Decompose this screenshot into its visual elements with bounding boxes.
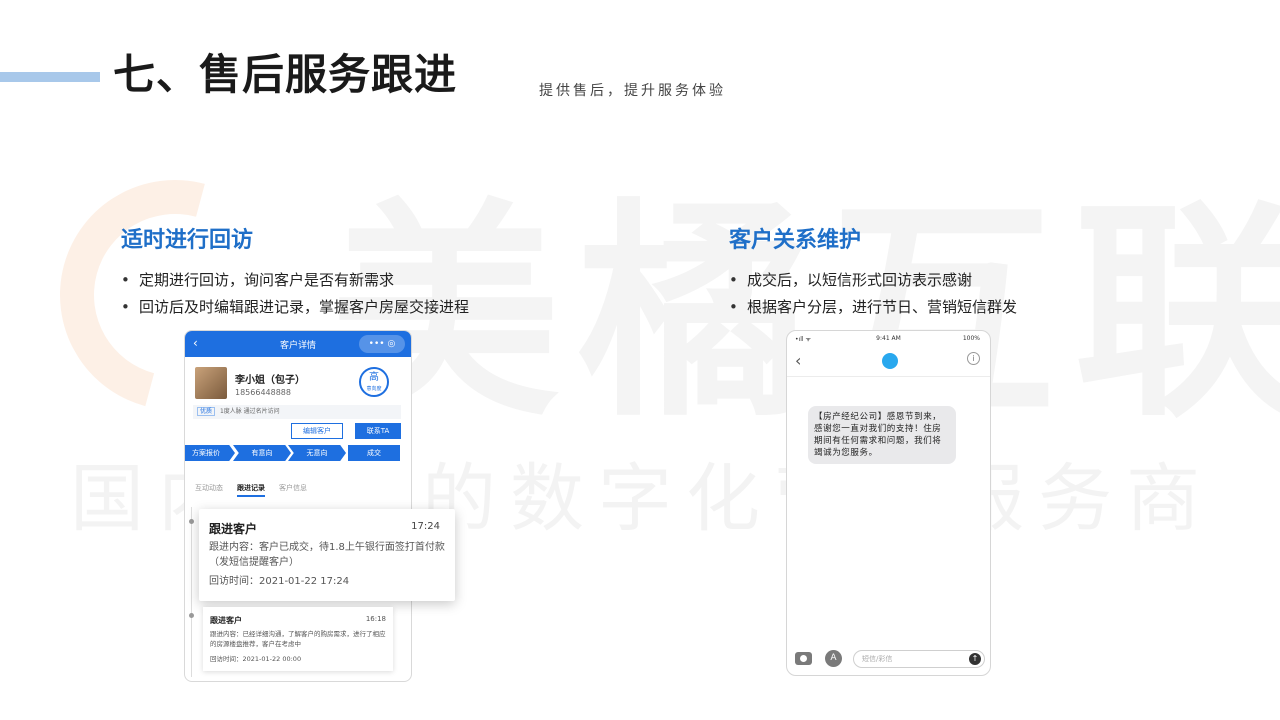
sms-message-bubble: 【房产经纪公司】感恩节到来，感谢您一直对我们的支持！住房期间有任何需求和问题，我… — [808, 406, 956, 464]
right-section-title: 客户关系维护 — [729, 228, 862, 253]
app-store-icon[interactable]: A — [825, 650, 842, 667]
record-time: 17:24 — [411, 521, 440, 532]
record-title: 跟进客户 — [209, 522, 258, 536]
customer-tag: 优质 — [197, 407, 216, 416]
sender-logo-icon — [882, 353, 898, 369]
timeline-dot — [189, 519, 194, 524]
stage-closed[interactable]: 成交 — [348, 445, 400, 461]
left-bullet: 定期进行回访，询问客户是否有新需求 — [121, 267, 469, 294]
stage-not-interested[interactable]: 无意向 — [288, 445, 346, 461]
battery-level: 100% — [962, 335, 980, 342]
follow-record-card: 跟进客户 16:18 跟进内容：已经详细沟通，了解客户的购房需求，进行了相应的房… — [203, 607, 393, 671]
left-bullet: 回访后及时编辑跟进记录，掌握客户房屋交接进程 — [121, 294, 469, 321]
stage-quote[interactable]: 方案报价 — [185, 445, 235, 461]
left-bullet-list: 定期进行回访，询问客户是否有新需求 回访后及时编辑跟进记录，掌握客户房屋交接进程 — [121, 267, 469, 321]
customer-avatar — [195, 367, 227, 399]
record-time: 16:18 — [365, 615, 386, 623]
page-subtitle: 提供售后，提升服务体验 — [539, 83, 726, 99]
title-accent-bar — [0, 72, 100, 82]
customer-name: 李小姐（包子） — [235, 375, 305, 386]
tab-customer-info[interactable]: 客户信息 — [279, 483, 307, 493]
info-icon[interactable]: i — [967, 352, 980, 365]
sms-input-field[interactable]: 短信/彩信 ↑ — [853, 650, 985, 668]
status-time: 9:41 AM — [876, 335, 901, 342]
customer-tag-row: 优质 1度人脉 通过名片访问 — [193, 405, 401, 419]
crm-tabs: 互动动态 跟进记录 客户信息 — [185, 481, 411, 499]
send-icon[interactable]: ↑ — [969, 653, 981, 665]
back-icon[interactable]: ‹ — [795, 351, 801, 370]
sms-phone-screenshot: •ıll ᯤ 9:41 AM 100% ‹ i A 短信/彩信 ↑ — [786, 330, 991, 676]
stage-interested[interactable]: 有意向 — [233, 445, 291, 461]
customer-phone: 18566448888 — [235, 388, 291, 397]
sms-input-bar: A 短信/彩信 ↑ — [787, 645, 990, 675]
record-content: 跟进内容：已经详细沟通，了解客户的购房需求，进行了相应的房源楼盘推荐，客户在考虑… — [210, 630, 386, 648]
timeline-dot — [189, 613, 194, 618]
right-bullet-list: 成交后，以短信形式回访表示感谢 根据客户分层，进行节日、营销短信群发 — [729, 267, 1017, 321]
mini-program-capsule[interactable]: ••• ◎ — [359, 335, 405, 353]
record-visit-time: 回访时间：2021-01-22 00:00 — [210, 655, 302, 663]
edit-customer-button[interactable]: 编辑客户 — [291, 423, 343, 439]
follow-record-card-highlight: 跟进客户 17:24 跟进内容：客户已成交，待1.8上午银行面签打首付款（发短信… — [199, 509, 455, 601]
contact-button[interactable]: 联系TA — [355, 423, 401, 439]
right-bullet: 根据客户分层，进行节日、营销短信群发 — [729, 294, 1017, 321]
page-title: 七、售后服务跟进 — [113, 50, 458, 99]
sms-nav-bar: ‹ i — [787, 347, 990, 377]
left-section-title: 适时进行回访 — [121, 228, 254, 253]
ios-status-bar: •ıll ᯤ 9:41 AM 100% — [787, 331, 990, 347]
camera-icon[interactable] — [795, 652, 812, 665]
intent-level-label: 意向度 — [366, 386, 382, 392]
record-title: 跟进客户 — [210, 616, 242, 625]
record-content: 跟进内容：客户已成交，待1.8上午银行面签打首付款（发短信提醒客户） — [209, 542, 445, 568]
record-visit-time: 回访时间：2021-01-22 17:24 — [209, 576, 350, 587]
tab-follow-records[interactable]: 跟进记录 — [237, 483, 265, 497]
timeline-line — [191, 507, 192, 677]
intent-level-badge: 高 意向度 — [359, 367, 389, 397]
intent-level-value: 高 — [369, 372, 379, 383]
deal-stage-bar: 方案报价 有意向 无意向 成交 — [185, 445, 411, 461]
crm-nav-bar: ‹ 客户详情 ••• ◎ — [185, 331, 411, 357]
customer-tag-info: 1度人脉 通过名片访问 — [219, 408, 280, 415]
right-bullet: 成交后，以短信形式回访表示感谢 — [729, 267, 1017, 294]
tab-activity[interactable]: 互动动态 — [195, 483, 223, 493]
sms-input-placeholder: 短信/彩信 — [862, 655, 893, 663]
